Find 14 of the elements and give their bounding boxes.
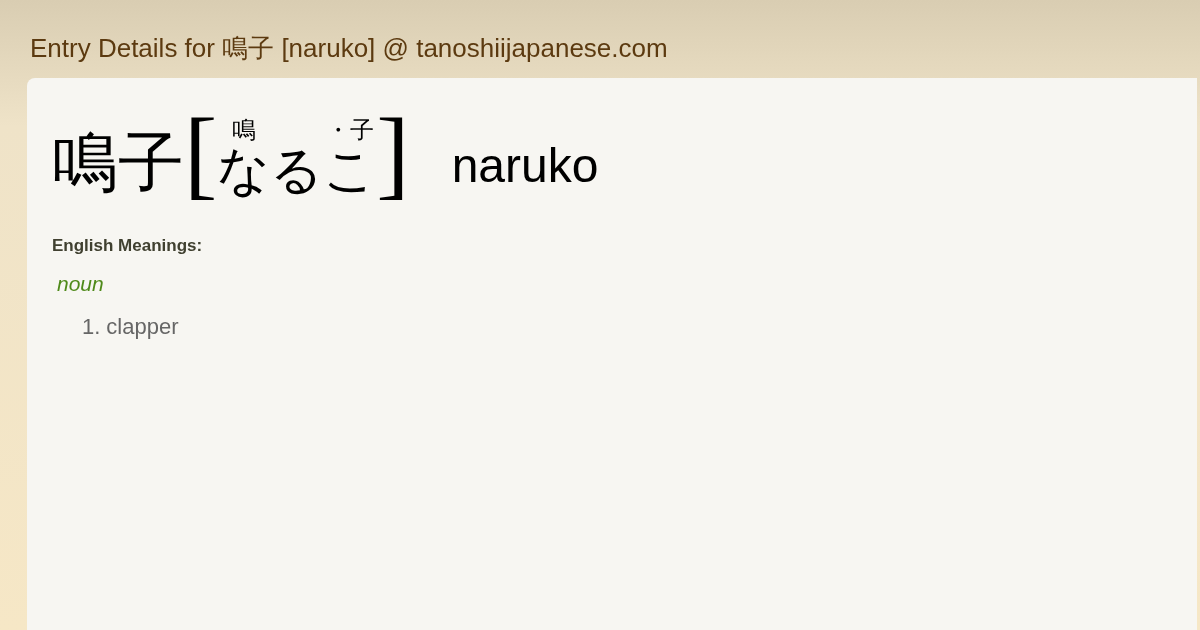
part-of-speech: noun	[57, 272, 105, 296]
kana-reading: こ	[323, 144, 377, 196]
furigana: ・子	[325, 116, 374, 144]
sense-number: 1.	[82, 314, 101, 340]
romaji-reading: naruko	[451, 142, 599, 194]
kanji-word: 鳴子	[52, 130, 184, 203]
sense-text: clapper	[106, 314, 179, 340]
kana-reading: る	[270, 144, 324, 196]
close-bracket: ]	[376, 104, 410, 208]
open-bracket: [	[184, 104, 218, 208]
kana-reading: な	[217, 144, 271, 196]
furigana: 鳴	[231, 116, 256, 144]
meanings-heading: English Meanings:	[52, 236, 204, 256]
page-title: Entry Details for 鳴子 [naruko] @ tanoshiijapanese.com	[29, 32, 669, 65]
